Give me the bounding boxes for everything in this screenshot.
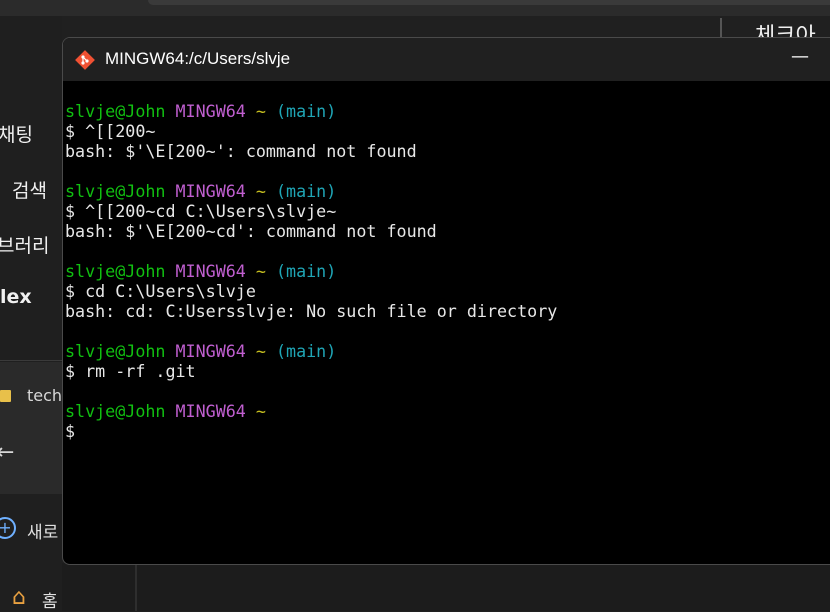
- terminal-prompt-line: slvje@John MINGW64 ~ (main): [65, 101, 557, 121]
- terminal-command-line: $: [65, 421, 76, 441]
- prompt-cwd: ~: [255, 401, 266, 421]
- sidebar-item-search[interactable]: 검색: [12, 176, 47, 203]
- terminal-command-line: $ rm -rf .git: [65, 361, 196, 381]
- terminal-title: MINGW64:/c/Users/slvje: [105, 49, 291, 68]
- terminal-prompt-line: slvje@John MINGW64 ~ (main): [65, 341, 557, 361]
- git-icon: [75, 50, 95, 70]
- prompt-branch: (main): [275, 101, 337, 121]
- prompt-cwd: ~: [255, 261, 266, 281]
- new-chat-label[interactable]: 새로: [27, 518, 58, 543]
- prompt-user: slvje@John: [65, 401, 166, 421]
- background-tab-strip: [148, 0, 830, 5]
- terminal-prompt-line: slvje@John MINGW64 ~ (main): [65, 181, 557, 201]
- prompt-user: slvje@John: [65, 101, 166, 121]
- prompt-branch: (main): [275, 261, 337, 281]
- prompt-host: MINGW64: [175, 101, 246, 121]
- terminal-titlebar[interactable]: MINGW64:/c/Users/slvje —: [63, 38, 830, 81]
- prompt-branch: (main): [275, 341, 337, 361]
- sidebar-item-library[interactable]: 브러리: [0, 231, 49, 258]
- terminal-window[interactable]: MINGW64:/c/Users/slvje — slvje@John MING…: [62, 37, 830, 565]
- terminal-prompt-line: slvje@John MINGW64 ~: [65, 401, 557, 421]
- sidebar-project-panel: [0, 362, 62, 494]
- terminal-command-line: $ ^[[200~cd C:\Users\slvje~: [65, 201, 337, 221]
- home-label[interactable]: 홈: [42, 587, 58, 612]
- prompt-host: MINGW64: [175, 401, 246, 421]
- prompt-cwd: ~: [255, 101, 266, 121]
- prompt-host: MINGW64: [175, 341, 246, 361]
- home-icon[interactable]: ⌂: [12, 585, 26, 610]
- prompt-cwd: ~: [255, 341, 266, 361]
- terminal-output-line: bash: $'\E[200~': command not found: [65, 141, 417, 161]
- bottom-divider: [135, 565, 137, 611]
- folder-label[interactable]: tech: [27, 386, 62, 405]
- terminal-output-line: bash: $'\E[200~cd': command not found: [65, 221, 437, 241]
- background-bottom-area: [62, 563, 830, 611]
- prompt-host: MINGW64: [175, 261, 246, 281]
- prompt-user: slvje@John: [65, 341, 166, 361]
- prompt-user: slvje@John: [65, 181, 166, 201]
- prompt-cwd: ~: [255, 181, 266, 201]
- terminal-output-line: bash: cd: C:Usersslvje: No such file or …: [65, 301, 558, 321]
- sidebar-item-lex[interactable]: lex: [0, 286, 32, 308]
- sidebar-item-chat[interactable]: 채팅: [0, 120, 33, 147]
- terminal-output[interactable]: slvje@John MINGW64 ~ (main) $ ^[[200~ bash…: [65, 101, 557, 441]
- minimize-button[interactable]: —: [791, 46, 809, 67]
- terminal-command-line: $ cd C:\Users\slvje: [65, 281, 256, 301]
- prompt-branch: (main): [275, 181, 337, 201]
- sidebar-divider: [0, 360, 62, 361]
- prompt-user: slvje@John: [65, 261, 166, 281]
- back-arrow-icon[interactable]: ←: [0, 440, 14, 465]
- terminal-prompt-line: slvje@John MINGW64 ~ (main): [65, 261, 557, 281]
- prompt-host: MINGW64: [175, 181, 246, 201]
- folder-icon: [0, 390, 11, 402]
- terminal-command-line: $ ^[[200~: [65, 121, 156, 141]
